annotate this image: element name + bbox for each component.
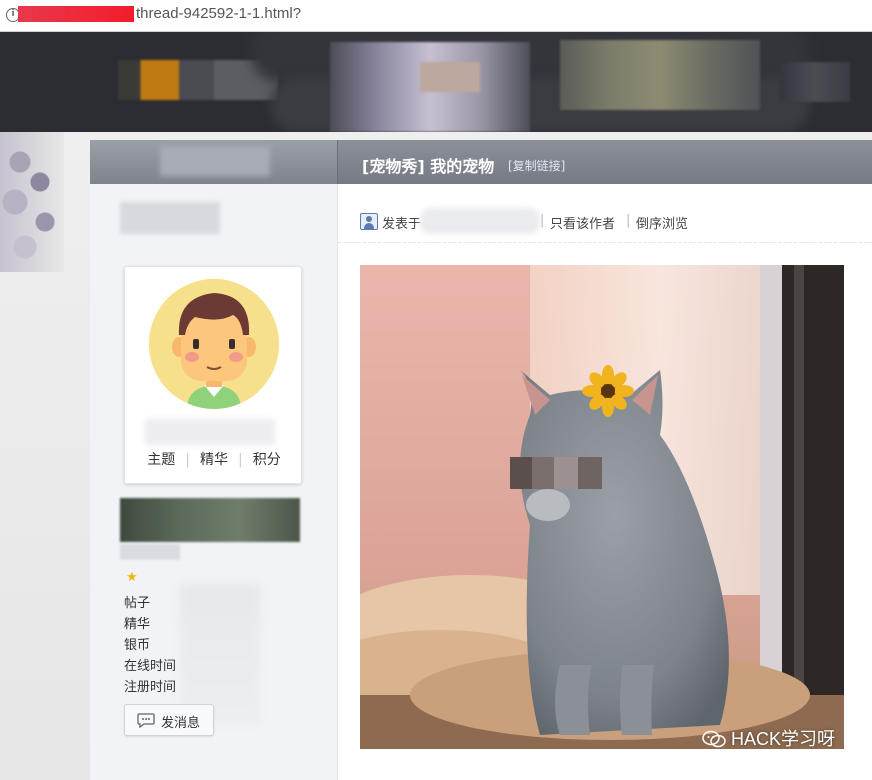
photo-watermark: HACK学习呀: [702, 725, 835, 749]
post-container: [宠物秀] 我的宠物 [复制链接] 主题 | 精华 | 积分 ★ 帖子 精华 银…: [90, 140, 872, 780]
author-name[interactable]: [120, 202, 220, 234]
info-digest-label: 精华: [124, 617, 151, 632]
post-header: [宠物秀] 我的宠物 [复制链接]: [90, 140, 872, 184]
post-meta: 发表于 | 只看该作者 | 倒序浏览: [360, 208, 860, 234]
meta-divider: |: [626, 213, 631, 228]
author-info-list: 帖子 精华 银币 在线时间 注册时间: [124, 593, 176, 698]
info-online-time-label: 在线时间: [124, 659, 177, 674]
only-author-link[interactable]: 只看该作者: [550, 213, 615, 232]
copy-link-button[interactable]: [复制链接]: [508, 157, 565, 174]
stat-threads-label[interactable]: 主题: [137, 452, 185, 468]
stat-divider: |: [238, 452, 243, 468]
author-card: 主题 | 精华 | 积分: [124, 266, 302, 484]
avatar[interactable]: [149, 279, 279, 409]
side-decoration: [0, 132, 64, 272]
thread-title: [宠物秀] 我的宠物: [362, 157, 495, 176]
star-icon: ★: [126, 570, 138, 585]
cartoon-boy-icon: [149, 279, 279, 409]
user-group-banner: [120, 498, 300, 542]
author-stats: 主题 | 精华 | 积分: [125, 449, 303, 469]
send-message-button[interactable]: 发消息: [124, 704, 214, 736]
stat-digest-label[interactable]: 精华: [190, 452, 238, 468]
info-register-time-label: 注册时间: [124, 680, 177, 695]
site-banner: [0, 32, 872, 132]
view-reply-count: [90, 140, 338, 184]
chat-bubble-icon: [137, 712, 155, 732]
address-bar[interactable]: i thread-942592-1-1.html?: [0, 0, 872, 32]
post-time: [420, 208, 540, 234]
send-message-label: 发消息: [161, 716, 201, 731]
meta-divider: |: [540, 213, 545, 228]
stat-values: [145, 419, 275, 445]
author-icon: [360, 213, 378, 230]
cat-image: [360, 265, 844, 749]
wechat-icon: [702, 730, 726, 748]
cat-photo[interactable]: HACK学习呀: [360, 265, 844, 749]
reverse-order-link[interactable]: 倒序浏览: [636, 213, 688, 232]
info-coins-label: 银币: [124, 638, 151, 653]
author-sidebar: 主题 | 精华 | 积分 ★ 帖子 精华 银币 在线时间 注册时间 发消息: [90, 184, 338, 780]
meta-divider-line: [338, 242, 872, 243]
url-text[interactable]: thread-942592-1-1.html?: [136, 5, 301, 22]
posted-at-label: 发表于: [382, 217, 422, 232]
redacted-domain: [18, 6, 134, 22]
watermark-text: HACK学习呀: [731, 729, 836, 749]
post-content: 发表于 | 只看该作者 | 倒序浏览 HACK学习呀: [338, 184, 872, 780]
info-posts-label: 帖子: [124, 596, 151, 611]
stat-points-label[interactable]: 积分: [243, 452, 291, 468]
info-values: [180, 584, 260, 724]
user-group-name: [120, 544, 180, 560]
